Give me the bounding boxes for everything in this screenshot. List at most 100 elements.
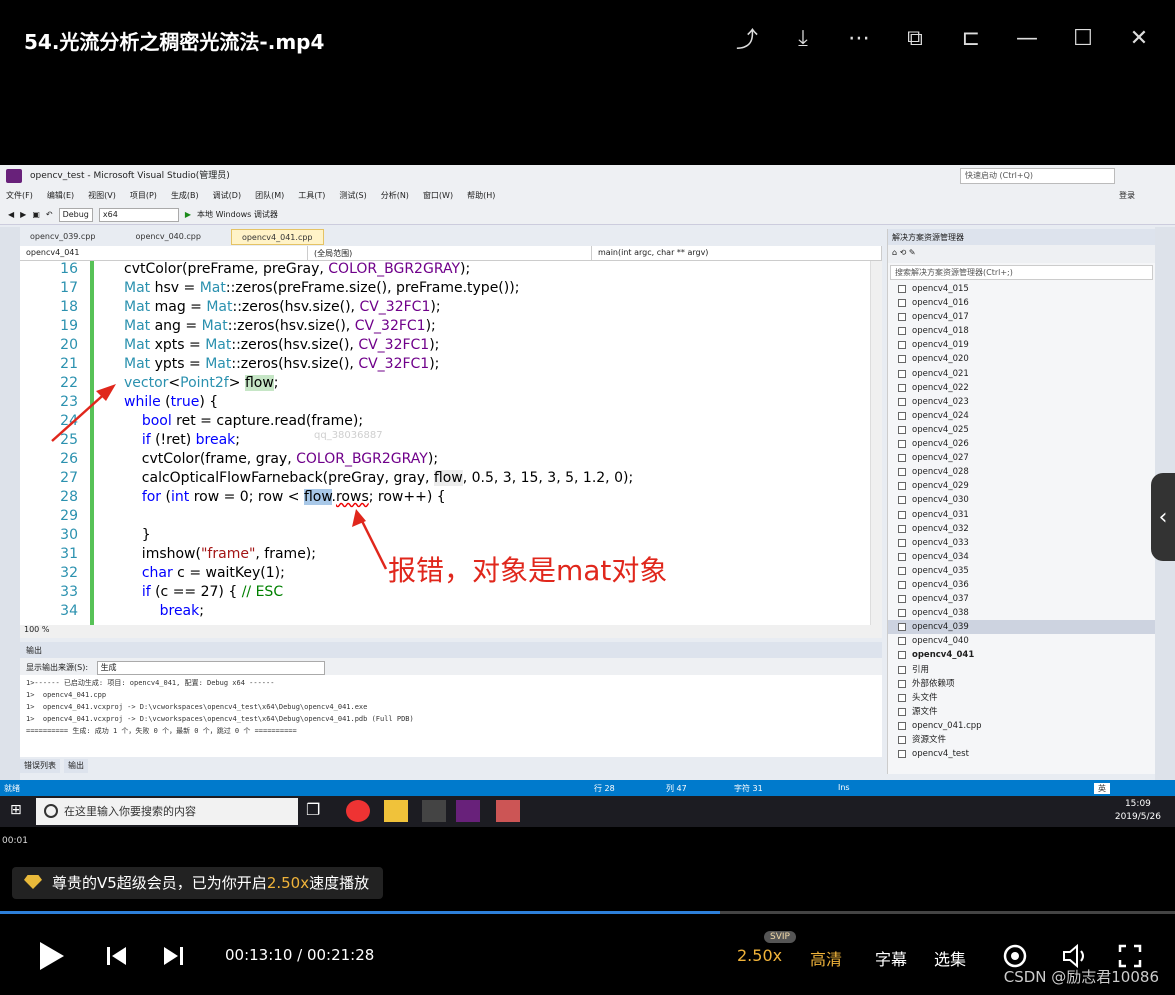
project-icon [898,580,906,589]
clock-date: 2019/5/26 [1114,812,1161,822]
calendar-icon[interactable] [422,800,446,822]
solution-item[interactable]: opencv4_038 [888,606,1155,620]
download-icon[interactable]: ⤓ [787,22,819,54]
pin-icon[interactable]: ⊏ [955,22,987,54]
progress-fill [0,911,721,914]
solution-item[interactable]: 源文件 [888,705,1155,719]
close-icon[interactable]: ✕ [1123,22,1155,54]
solution-item[interactable]: 头文件 [888,691,1155,705]
taskbar-search-input[interactable]: 在这里输入你要搜索的内容 [36,798,298,825]
subtitle-button[interactable]: 字幕 [875,946,907,970]
home-icon[interactable]: ⌂ [892,248,897,257]
solution-item[interactable]: opencv4_028 [888,465,1155,479]
episodes-button[interactable]: 选集 [934,946,966,970]
solution-item[interactable]: opencv4_021 [888,367,1155,381]
task-view-icon[interactable]: ❐ [306,800,330,822]
share-icon[interactable]: ⤴ [731,22,763,54]
solution-item[interactable]: opencv4_015 [888,282,1155,296]
elapsed-small: 00:01 [2,836,28,846]
solution-item[interactable]: opencv4_037 [888,592,1155,606]
maximize-icon[interactable]: ☐ [1067,22,1099,54]
windows-start-icon[interactable]: ⊞ [10,802,22,818]
solution-item[interactable]: opencv4_016 [888,296,1155,310]
output-line: ========== 生成: 成功 1 个，失败 0 个，最新 0 个，跳过 0… [26,727,297,735]
project-icon [898,750,906,759]
project-icon [898,299,906,308]
progress-bar[interactable] [0,911,1175,914]
solution-item[interactable]: opencv4_022 [888,381,1155,395]
quality-button[interactable]: 高清 [810,946,842,970]
tab-error-list[interactable]: 错误列表 [20,759,60,773]
video-frame[interactable]: opencv_test - Microsoft Visual Studio(管理… [0,165,1175,827]
solution-item[interactable]: opencv4_027 [888,451,1155,465]
project-icon [898,425,906,434]
solution-item[interactable]: opencv4_030 [888,493,1155,507]
project-icon [898,665,906,674]
solution-item[interactable]: opencv4_018 [888,324,1155,338]
status-mode: Ins [838,783,850,792]
project-icon [898,496,906,505]
solution-item[interactable]: opencv4_040 [888,634,1155,648]
solution-item-label: opencv_041.cpp [912,720,982,731]
solution-item[interactable]: opencv4_019 [888,338,1155,352]
project-icon [898,341,906,350]
folder-icon[interactable] [384,800,408,822]
solution-item[interactable]: opencv4_036 [888,578,1155,592]
solution-item[interactable]: opencv4_032 [888,522,1155,536]
sync-icon[interactable]: ⟲ [900,248,907,257]
output-source-select[interactable]: 生成 [96,661,325,675]
project-icon [898,679,906,688]
solution-item-label: opencv4_036 [912,579,969,590]
search-icon [44,804,58,818]
properties-icon[interactable]: ✎ [909,248,916,257]
chrome-icon[interactable] [346,800,370,822]
solution-item-label: opencv4_016 [912,298,969,309]
previous-button[interactable] [106,938,128,974]
solution-item[interactable]: opencv4_test [888,747,1155,761]
ime-indicator[interactable]: 英 [1094,783,1110,794]
solution-item-label: 资源文件 [912,735,947,745]
pip-icon[interactable]: ⧉ [899,22,931,54]
more-icon[interactable]: ⋯ [843,22,875,54]
solution-item[interactable]: opencv4_024 [888,409,1155,423]
solution-search-input[interactable]: 搜索解决方案资源管理器(Ctrl+;) [890,265,1153,280]
video-player: 54.光流分析之稠密光流法-.mp4 ⤴ ⤓ ⋯ ⧉ ⊏ — ☐ ✕ openc… [0,0,1175,995]
solution-item[interactable]: opencv4_031 [888,508,1155,522]
solution-item[interactable]: opencv4_033 [888,536,1155,550]
project-icon [898,327,906,336]
solution-item-label: opencv4_030 [912,495,969,506]
next-button[interactable] [162,938,184,974]
play-button[interactable] [38,938,66,974]
solution-item[interactable]: opencv_041.cpp [888,719,1155,733]
solution-item-label: 外部依赖项 [912,678,955,689]
solution-toolbar: ⌂ ⟲ ✎ [888,245,1155,263]
project-icon [898,552,906,561]
solution-item-label: opencv4_035 [912,565,969,576]
solution-item[interactable]: opencv4_035 [888,564,1155,578]
solution-item[interactable]: opencv4_023 [888,395,1155,409]
solution-item[interactable]: opencv4_029 [888,479,1155,493]
taskbar-clock[interactable]: 15:09 2019/5/26 [1115,798,1161,824]
solution-item[interactable]: opencv4_034 [888,550,1155,564]
solution-item[interactable]: 引用 [888,663,1155,677]
status-row: 行 28 [594,784,615,793]
minimize-icon[interactable]: — [1011,22,1043,54]
speed-button[interactable]: 2.50x [737,946,782,965]
solution-item[interactable]: opencv4_041 [888,648,1155,662]
solution-item[interactable]: opencv4_020 [888,352,1155,366]
zoom-select[interactable]: 100 % [20,625,882,638]
solution-item[interactable]: opencv4_025 [888,423,1155,437]
project-icon [898,468,906,477]
solution-item[interactable]: opencv4_039 [888,620,1155,635]
solution-item-label: opencv4_032 [912,523,969,534]
solution-item[interactable]: opencv4_017 [888,310,1155,324]
solution-item[interactable]: 资源文件 [888,733,1155,747]
visual-studio-icon[interactable] [456,800,480,822]
solution-item-label: opencv4_017 [912,312,969,323]
app-icon[interactable] [496,800,520,822]
solution-item[interactable]: opencv4_026 [888,437,1155,451]
tab-output[interactable]: 输出 [64,759,88,773]
side-panel-toggle-icon[interactable]: ‹ [1151,473,1175,561]
solution-item[interactable]: 外部依赖项 [888,677,1155,691]
solution-item-label: opencv4_033 [912,537,969,548]
